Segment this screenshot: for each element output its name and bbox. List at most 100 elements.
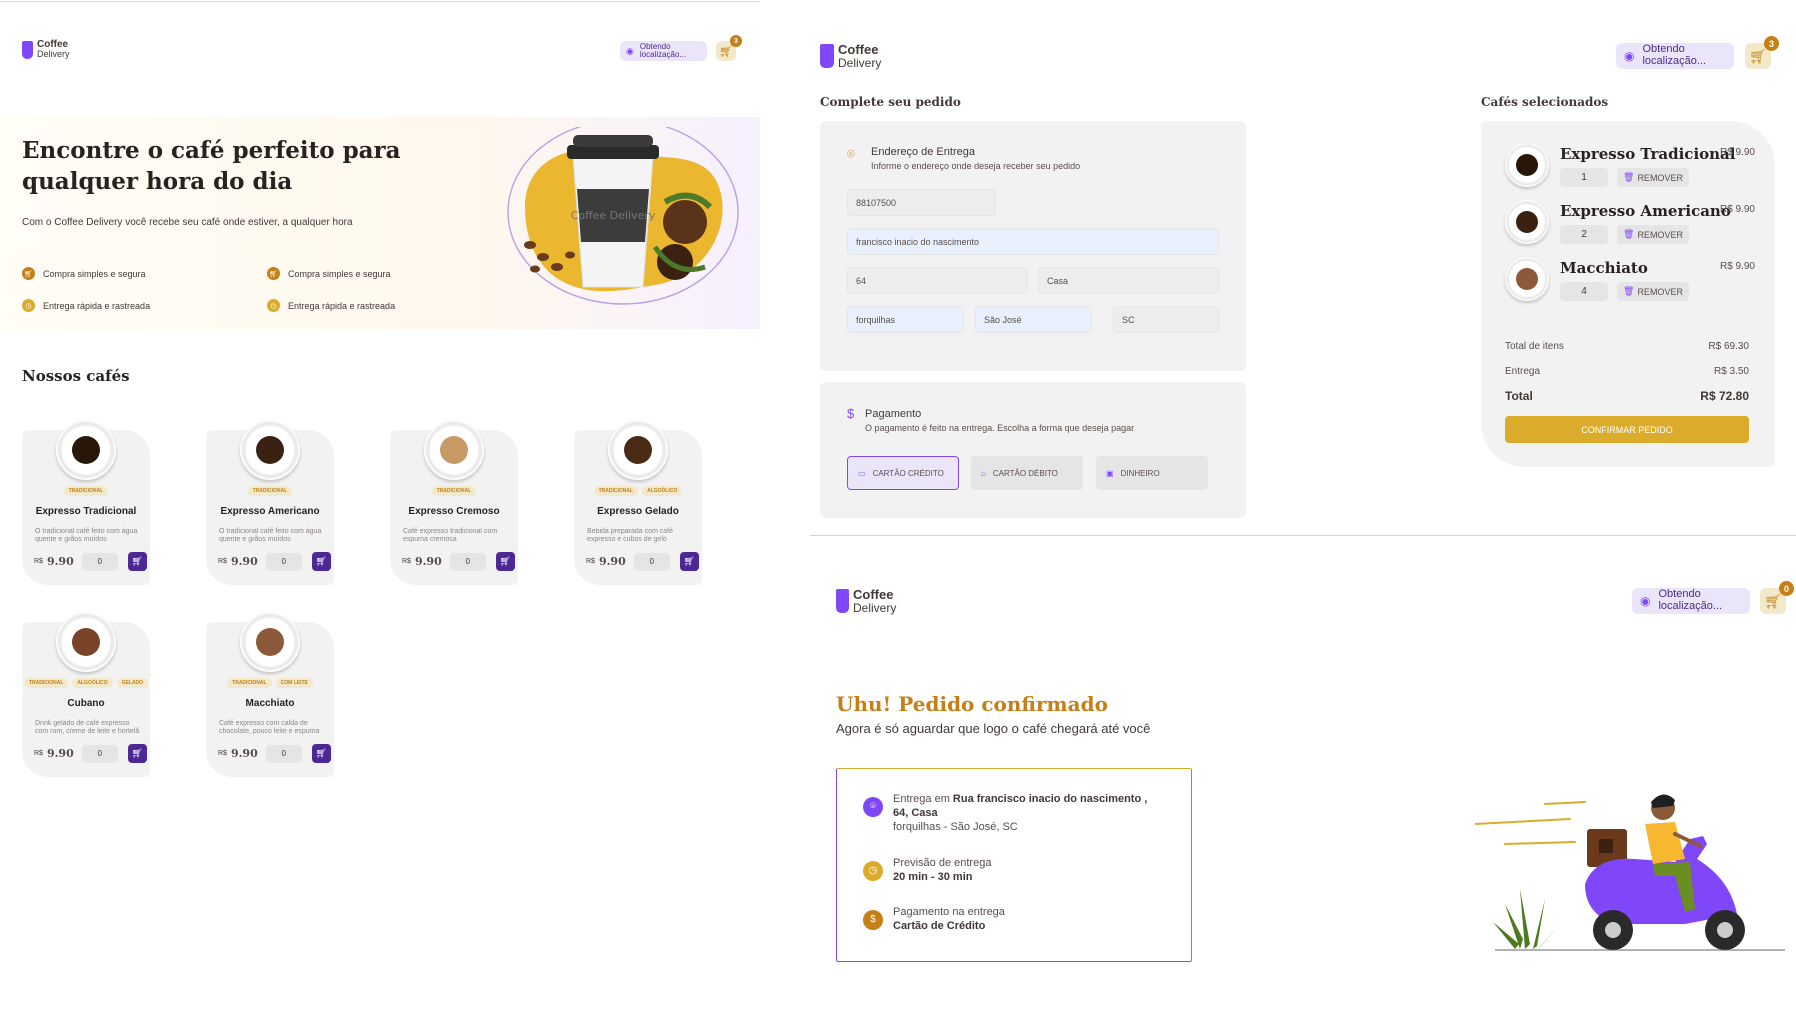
pay-credit-button[interactable]: ▭ CARTÃO CRÉDITO <box>847 456 959 490</box>
add-to-cart-button[interactable]: 🛒︎ <box>127 744 147 763</box>
quantity-input[interactable]: 0 <box>449 552 486 571</box>
coffee-price: 9.90 <box>414 555 442 568</box>
card-footer: R$ 9.90 0 🛒︎ <box>586 552 699 571</box>
coffee-cup-image <box>240 612 300 672</box>
coffee-name: Expresso Gelado <box>597 506 679 517</box>
add-to-cart-button[interactable]: 🛒︎ <box>311 744 331 763</box>
pay-debit-button[interactable]: ⌂ CARTÃO DÉBITO <box>971 456 1083 490</box>
location-button[interactable]: ◉ Obtendo localização... <box>1616 43 1734 69</box>
logo-cup-icon <box>836 589 849 613</box>
quantity-input[interactable]: 0 <box>81 552 118 571</box>
remove-button[interactable]: 🗑︎ REMOVER <box>1617 168 1689 187</box>
quantity-input[interactable]: 0 <box>265 552 302 571</box>
brand-line2: Delivery <box>37 49 70 59</box>
complement-input[interactable]: Casa <box>1038 267 1219 294</box>
coffee-card: TRADICIONAL COM LEITE Macchiato Café expr… <box>206 612 334 777</box>
cart-button[interactable]: 🛒︎ 3 <box>716 35 742 61</box>
brand-logo[interactable]: Coffee Delivery <box>22 40 70 60</box>
cart-icon: 🛒︎ <box>683 556 695 566</box>
summary-delivery-row: Entrega R$ 3.50 <box>1505 366 1749 377</box>
quantity-input[interactable]: 1 <box>1560 168 1608 187</box>
quantity-input[interactable]: 0 <box>81 744 118 763</box>
trash-icon: 🗑︎ <box>1623 229 1635 239</box>
coffee-description: O tradicional café feito com água quente… <box>35 528 138 544</box>
map-pin-icon: ⌾ <box>847 146 855 161</box>
timer-icon: ◷ <box>267 299 280 312</box>
coffee-card: TRADICIONAL Expresso Tradicional O tradi… <box>22 420 150 585</box>
remove-button[interactable]: 🗑︎ REMOVER <box>1617 225 1689 244</box>
number-input[interactable]: 64 <box>847 267 1028 294</box>
coffee-cup-image <box>1505 200 1549 244</box>
delivery-forecast-row: ◷ Previsão de entrega 20 min - 30 min <box>863 857 991 885</box>
coffee-price: 9.90 <box>230 555 258 568</box>
feature-item: ◷ Entrega rápida e rastreada <box>267 299 395 312</box>
coffee-cup-image <box>608 420 668 480</box>
coffee-cup-image <box>56 612 116 672</box>
coffee-liquid <box>1516 211 1538 233</box>
coffee-name: Cubano <box>67 698 105 709</box>
coffee-cup-image <box>240 420 300 480</box>
delivery-fee: R$ 3.50 <box>1713 366 1749 377</box>
hero-subtitle: Com o Coffee Delivery você recebe seu ca… <box>22 217 353 228</box>
coffee-name: Expresso Tradicional <box>35 506 137 517</box>
trash-icon: 🗑︎ <box>1623 286 1635 296</box>
section-title: Nossos cafés <box>22 367 130 385</box>
uf-input[interactable]: SC <box>1113 306 1219 333</box>
confirm-order-button[interactable]: CONFIRMAR PEDIDO <box>1505 416 1749 443</box>
address-subtitle: Informe o endereço onde deseja receber s… <box>871 161 1081 171</box>
location-button[interactable]: ◉ Obtendo localização... <box>1632 588 1750 614</box>
selected-coffee-item: Expresso Americano R$ 9.90 2 🗑︎ REMOVER <box>1505 200 1755 252</box>
coffee-liquid <box>256 628 284 656</box>
add-to-cart-button[interactable]: 🛒︎ <box>311 552 331 571</box>
coffee-liquid <box>72 436 100 464</box>
add-to-cart-button[interactable]: 🛒︎ <box>127 552 147 571</box>
quantity-input[interactable]: 4 <box>1560 282 1608 301</box>
quantity-input[interactable]: 0 <box>265 744 302 763</box>
currency-label: R$ <box>218 558 227 565</box>
bank-icon: ⌂ <box>981 468 986 478</box>
trash-icon: 🗑︎ <box>1623 172 1635 182</box>
add-to-cart-button[interactable]: 🛒︎ <box>495 552 515 571</box>
selected-coffee-price: R$ 9.90 <box>1719 147 1755 158</box>
feature-item: ◷ Entrega rápida e rastreada <box>22 299 150 312</box>
tag-list: TRADICIONAL <box>22 486 150 496</box>
dollar-icon: $ <box>847 406 855 421</box>
brand-logo[interactable]: Coffee Delivery <box>820 43 881 69</box>
selected-coffee-name: Expresso Americano <box>1560 202 1731 220</box>
summary-items-row: Total de itens R$ 69.30 <box>1505 341 1749 352</box>
success-title: Uhu! Pedido confirmado <box>836 692 1108 716</box>
order-summary-card: Expresso Tradicional R$ 9.90 1 🗑︎ REMOVER… <box>1481 121 1775 467</box>
quantity-input[interactable]: 2 <box>1560 225 1608 244</box>
order-total: R$ 72.80 <box>1700 389 1749 403</box>
selected-coffee-price: R$ 9.90 <box>1719 204 1755 215</box>
quantity-input[interactable]: 0 <box>633 552 670 571</box>
coffee-price: 9.90 <box>46 555 74 568</box>
delivery-city: forquilhas - São José, SC <box>893 820 1018 833</box>
brand-logo[interactable]: Coffee Delivery <box>836 588 896 614</box>
delivery-address-row: ⌾ Entrega em Rua francisco inacio do nas… <box>863 793 1153 834</box>
district-input[interactable]: forquilhas <box>847 306 964 333</box>
cart-icon: 🛒︎ <box>1764 592 1782 609</box>
cart-icon: 🛒︎ <box>315 748 327 758</box>
tag-list: TRADICIONAL <box>206 486 334 496</box>
pay-cash-button[interactable]: ▣ DINHEIRO <box>1096 456 1208 490</box>
city-input[interactable]: São José <box>975 306 1092 333</box>
timer-icon: ◷ <box>863 861 883 881</box>
cart-button[interactable]: 🛒︎ 0 <box>1760 581 1794 614</box>
cep-input[interactable]: 88107500 <box>847 189 996 216</box>
coffee-liquid <box>1516 154 1538 176</box>
location-button[interactable]: ◉ Obtendo localização... <box>620 41 707 61</box>
money-icon: ▣ <box>1106 468 1114 478</box>
cart-count-badge: 3 <box>1764 36 1779 51</box>
street-input[interactable]: francisco inacio do nascimento <box>847 228 1219 255</box>
selected-coffee-price: R$ 9.90 <box>1719 261 1755 272</box>
coffee-tag: TRADICIONAL <box>227 678 272 688</box>
add-to-cart-button[interactable]: 🛒︎ <box>679 552 699 571</box>
payment-subtitle: O pagamento é feito na entrega. Escolha … <box>865 423 1135 433</box>
checkout-title: Complete seu pedido <box>820 95 961 109</box>
remove-button[interactable]: 🗑︎ REMOVER <box>1617 282 1689 301</box>
map-pin-icon: ◉ <box>1624 48 1635 63</box>
selected-coffee-name: Macchiato <box>1560 259 1648 277</box>
coffee-cup-image <box>424 420 484 480</box>
cart-button[interactable]: 🛒︎ 3 <box>1745 36 1779 69</box>
